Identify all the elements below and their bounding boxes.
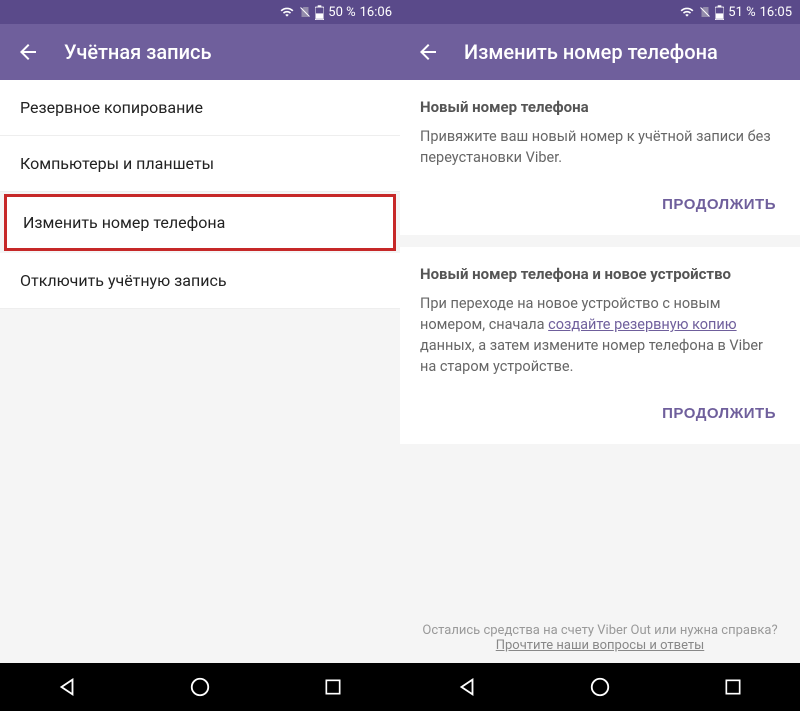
nav-bar: [400, 663, 800, 711]
app-bar: Изменить номер телефона: [400, 24, 800, 80]
section-title: Новый номер телефона: [420, 98, 780, 116]
sim-icon: [699, 5, 711, 19]
nav-home-button[interactable]: [170, 663, 230, 711]
content-area: Новый номер телефона Привяжите ваш новый…: [400, 80, 800, 663]
status-bar: 51 % 16:05: [400, 0, 800, 24]
continue-button[interactable]: ПРОДОЛЖИТЬ: [658, 397, 780, 430]
back-button[interactable]: [416, 40, 440, 64]
wifi-icon: [279, 5, 295, 19]
list-item-label: Изменить номер телефона: [23, 213, 225, 232]
faq-link[interactable]: Прочтите наши вопросы и ответы: [496, 638, 705, 653]
section-body: Привяжите ваш новый номер к учётной запи…: [420, 126, 780, 168]
clock: 16:05: [760, 5, 792, 20]
list-item-label: Резервное копирование: [20, 98, 203, 117]
battery-icon: [715, 5, 724, 20]
nav-recent-button[interactable]: [303, 663, 363, 711]
battery-percent: 50 %: [328, 5, 355, 20]
nav-home-button[interactable]: [570, 663, 630, 711]
phone-right: 51 % 16:05 Изменить номер телефона Новый…: [400, 0, 800, 711]
backup-link[interactable]: создайте резервную копию: [548, 316, 736, 333]
content-area: Резервное копирование Компьютеры и планш…: [0, 80, 400, 663]
list-item-label: Отключить учётную запись: [20, 271, 227, 290]
list-item-label: Компьютеры и планшеты: [20, 154, 214, 173]
page-title: Изменить номер телефона: [464, 40, 718, 64]
back-button[interactable]: [16, 40, 40, 64]
list-item-deactivate[interactable]: Отключить учётную запись: [0, 253, 400, 309]
wifi-icon: [679, 5, 695, 19]
nav-bar: [0, 663, 400, 711]
section-new-number-device: Новый номер телефона и новое устройство …: [400, 247, 800, 444]
clock: 16:06: [360, 5, 392, 20]
footer-help-text: Остались средства на счету Viber Out или…: [420, 623, 780, 638]
list-item-change-number[interactable]: Изменить номер телефона: [4, 194, 396, 251]
list-item-devices[interactable]: Компьютеры и планшеты: [0, 136, 400, 192]
section-new-number: Новый номер телефона Привяжите ваш новый…: [400, 80, 800, 235]
continue-button[interactable]: ПРОДОЛЖИТЬ: [658, 188, 780, 221]
nav-back-button[interactable]: [37, 663, 97, 711]
page-title: Учётная запись: [64, 40, 212, 64]
nav-recent-button[interactable]: [703, 663, 763, 711]
list-item-backup[interactable]: Резервное копирование: [0, 80, 400, 136]
app-bar: Учётная запись: [0, 24, 400, 80]
battery-percent: 51 %: [728, 5, 755, 20]
status-bar: 50 % 16:06: [0, 0, 400, 24]
section-body: При переходе на новое устройство с новым…: [420, 293, 780, 377]
section-title: Новый номер телефона и новое устройство: [420, 265, 780, 283]
nav-back-button[interactable]: [437, 663, 497, 711]
footer-help: Остались средства на счету Viber Out или…: [400, 605, 800, 663]
phone-left: 50 % 16:06 Учётная запись Резервное копи…: [0, 0, 400, 711]
battery-icon: [315, 5, 324, 20]
sim-icon: [299, 5, 311, 19]
